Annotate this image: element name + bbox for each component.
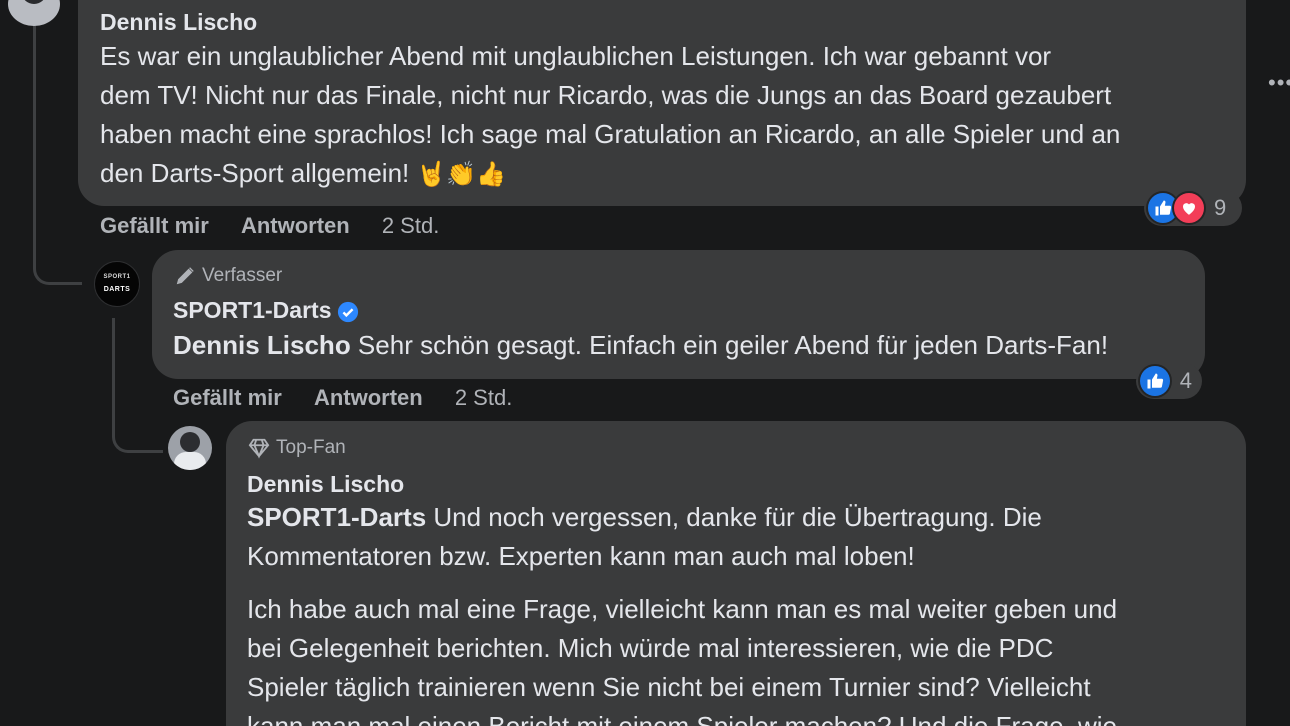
mention-link[interactable]: SPORT1-Darts xyxy=(247,502,426,532)
comment-text: den Darts-Sport allgemein! xyxy=(100,158,417,188)
comment-text: Und noch vergessen, danke für die Übertr… xyxy=(426,502,1042,532)
comment-text: Sehr schön gesagt. Einfach ein geiler Ab… xyxy=(350,330,1109,360)
diamond-icon xyxy=(248,438,270,459)
comment-text: Dennis Lischo Sehr schön gesagt. Einfach… xyxy=(173,326,1108,365)
comment-author[interactable]: Dennis Lischo xyxy=(247,471,404,498)
avatar[interactable] xyxy=(168,426,212,470)
reaction-count: 4 xyxy=(1179,368,1192,393)
comment-author[interactable]: SPORT1-Darts xyxy=(173,297,359,324)
comment-thread: Dennis Lischo Es war ein unglaublicher A… xyxy=(0,0,1290,726)
comment-text-line: dem TV! Nicht nur das Finale, nicht nur … xyxy=(100,80,1112,110)
like-icon xyxy=(1138,364,1172,398)
comment-text-line: Es war ein unglaublicher Abend mit ungla… xyxy=(100,41,1052,71)
comment-text-line: Kommentatoren bzw. Experten kann man auc… xyxy=(247,541,915,571)
author-badge: Verfasser xyxy=(174,265,282,287)
badge-label: Top-Fan xyxy=(276,437,346,458)
thread-connector xyxy=(33,20,82,285)
timestamp[interactable]: 2 Std. xyxy=(455,385,512,410)
love-icon xyxy=(1172,191,1206,225)
avatar-logo-text: DARTS xyxy=(103,286,131,293)
like-button[interactable]: Gefällt mir xyxy=(100,213,209,238)
comment-author[interactable]: Dennis Lischo xyxy=(100,9,257,36)
timestamp[interactable]: 2 Std. xyxy=(382,213,439,238)
verified-badge-icon xyxy=(338,301,359,323)
comment-actions: Gefällt mir Antworten 2 Std. xyxy=(173,385,512,411)
comment-text-line: Ich habe auch mal eine Frage, vielleicht… xyxy=(247,594,1118,624)
comment-text-line: Spieler täglich trainieren wenn Sie nich… xyxy=(247,672,1091,702)
comment-text-line: bei Gelegenheit berichten. Mich würde ma… xyxy=(247,633,1054,663)
avatar[interactable]: SPORT1 DARTS xyxy=(94,261,140,307)
emoji-group: 🤘👏👍 xyxy=(416,161,507,188)
avatar-logo-text: SPORT1 xyxy=(103,274,131,280)
like-button[interactable]: Gefällt mir xyxy=(173,385,282,410)
author-name[interactable]: SPORT1-Darts xyxy=(173,297,331,323)
mention-link[interactable]: Dennis Lischo xyxy=(173,330,351,360)
comment-text-line: den Darts-Sport allgemein! 🤘👏👍 xyxy=(100,154,506,194)
pencil-icon xyxy=(176,267,194,285)
reactions-summary[interactable]: 9 xyxy=(1144,190,1242,226)
more-options-icon[interactable]: ••• xyxy=(1268,70,1290,96)
reaction-count: 9 xyxy=(1214,195,1227,220)
reactions-summary[interactable]: 4 xyxy=(1136,363,1202,399)
comment-text-line: haben macht eine sprachlos! Ich sage mal… xyxy=(100,119,1121,149)
comment-text-line: kann man mal einen Bericht mit einem Spi… xyxy=(247,711,1117,726)
comment-text-line: SPORT1-Darts Und noch vergessen, danke f… xyxy=(247,498,1042,537)
reply-button[interactable]: Antworten xyxy=(241,213,350,238)
comment-actions: Gefällt mir Antworten 2 Std. xyxy=(100,213,439,239)
badge-label: Verfasser xyxy=(202,265,283,286)
author-badge: Top-Fan xyxy=(248,437,346,459)
reply-button[interactable]: Antworten xyxy=(314,385,423,410)
